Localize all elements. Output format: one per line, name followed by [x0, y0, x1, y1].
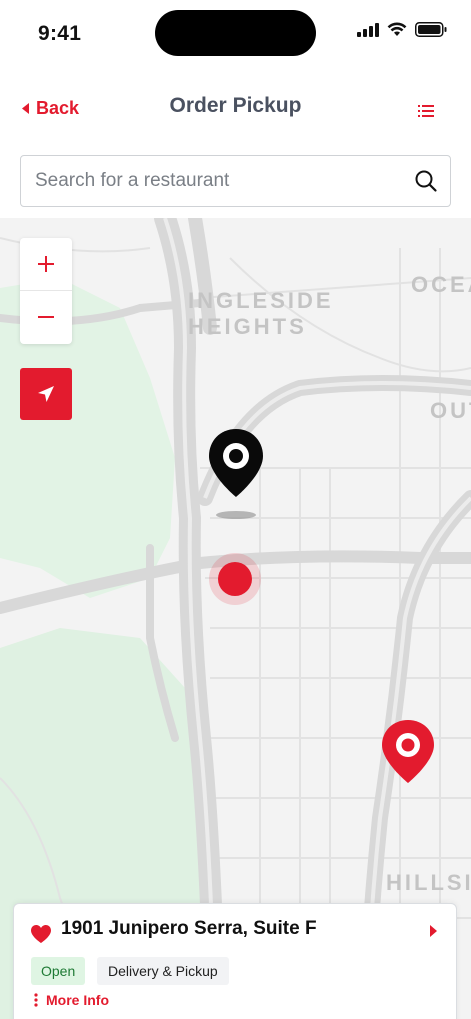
- search-input[interactable]: [35, 156, 405, 206]
- user-location-marker: [208, 552, 262, 611]
- map-pin-icon: [382, 720, 434, 783]
- map-label-outer: OUT: [430, 398, 471, 423]
- map-label-hillside: HILLSI: [386, 870, 471, 895]
- user-location-icon: [209, 553, 261, 605]
- zoom-in-button[interactable]: [20, 238, 72, 290]
- map-label-heights: HEIGHTS: [188, 314, 307, 339]
- page-title: Order Pickup: [169, 94, 302, 117]
- list-icon[interactable]: [417, 102, 435, 120]
- status-time: 9:41: [38, 22, 82, 45]
- nav-bar: Back Order Pickup: [0, 70, 471, 148]
- search-icon[interactable]: [414, 169, 438, 193]
- status-icons: [357, 22, 447, 37]
- status-bar: 9:41: [0, 0, 471, 70]
- locate-arrow-icon: [38, 386, 54, 402]
- status-badge: Open: [31, 957, 86, 985]
- service-badge: Delivery & Pickup: [97, 957, 229, 985]
- battery-icon: [415, 22, 447, 37]
- map-label-ocean: OCEA: [411, 272, 471, 297]
- location-card[interactable]: 1901 Junipero Serra, Suite F Open Delive…: [13, 903, 457, 1019]
- dynamic-island: [155, 10, 316, 56]
- restaurant-map-pin-selected[interactable]: [207, 427, 265, 524]
- location-address: 1901 Junipero Serra, Suite F: [61, 918, 317, 939]
- zoom-control: [20, 238, 72, 344]
- more-info-label: More Info: [46, 992, 109, 1008]
- zoom-out-button[interactable]: [20, 291, 72, 343]
- more-vertical-icon: [34, 993, 38, 1007]
- search-box: [20, 155, 451, 207]
- chevron-right-icon[interactable]: [428, 924, 438, 938]
- map-pin-icon: [209, 429, 263, 519]
- minus-icon: [38, 316, 54, 318]
- heart-icon[interactable]: [30, 924, 52, 944]
- restaurant-map-pin[interactable]: [381, 719, 435, 790]
- more-info-link[interactable]: More Info: [34, 992, 109, 1008]
- map-label-ingleside: INGLESIDE: [188, 288, 334, 313]
- plus-icon: [38, 256, 54, 272]
- locate-me-button[interactable]: [20, 368, 72, 420]
- signal-icon: [357, 22, 379, 37]
- wifi-icon: [387, 22, 407, 36]
